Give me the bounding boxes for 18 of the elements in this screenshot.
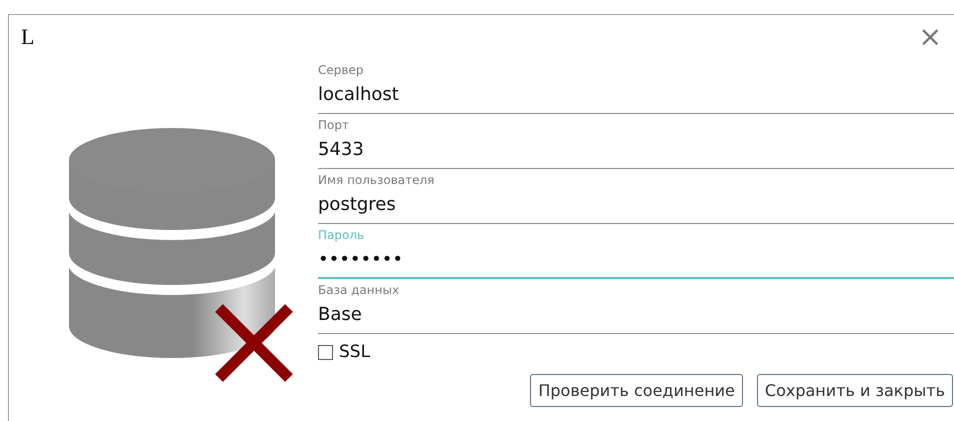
field-label: База данных [318, 282, 400, 298]
close-button[interactable]: × [914, 23, 946, 51]
checkbox-label: SSL [339, 342, 370, 362]
input-field[interactable]: postgres [318, 188, 954, 220]
field-label: Порт [318, 117, 349, 133]
dialog-button[interactable]: Сохранить и закрыть [756, 374, 953, 407]
field-label: Пароль [318, 227, 364, 243]
database-icon [68, 128, 276, 358]
field-label: Имя пользователя [318, 172, 434, 188]
input-field[interactable]: localhost [318, 78, 954, 110]
cross-icon [214, 302, 294, 384]
input-field[interactable]: •••••••• [318, 243, 954, 275]
input-field[interactable]: 5433 [318, 133, 954, 165]
input-field[interactable]: Base [318, 298, 954, 330]
dialog-button[interactable]: Проверить соединение [530, 374, 743, 407]
field-label: Сервер [318, 62, 364, 78]
window-title: L [21, 24, 34, 50]
ssl-checkbox[interactable] [318, 344, 333, 360]
